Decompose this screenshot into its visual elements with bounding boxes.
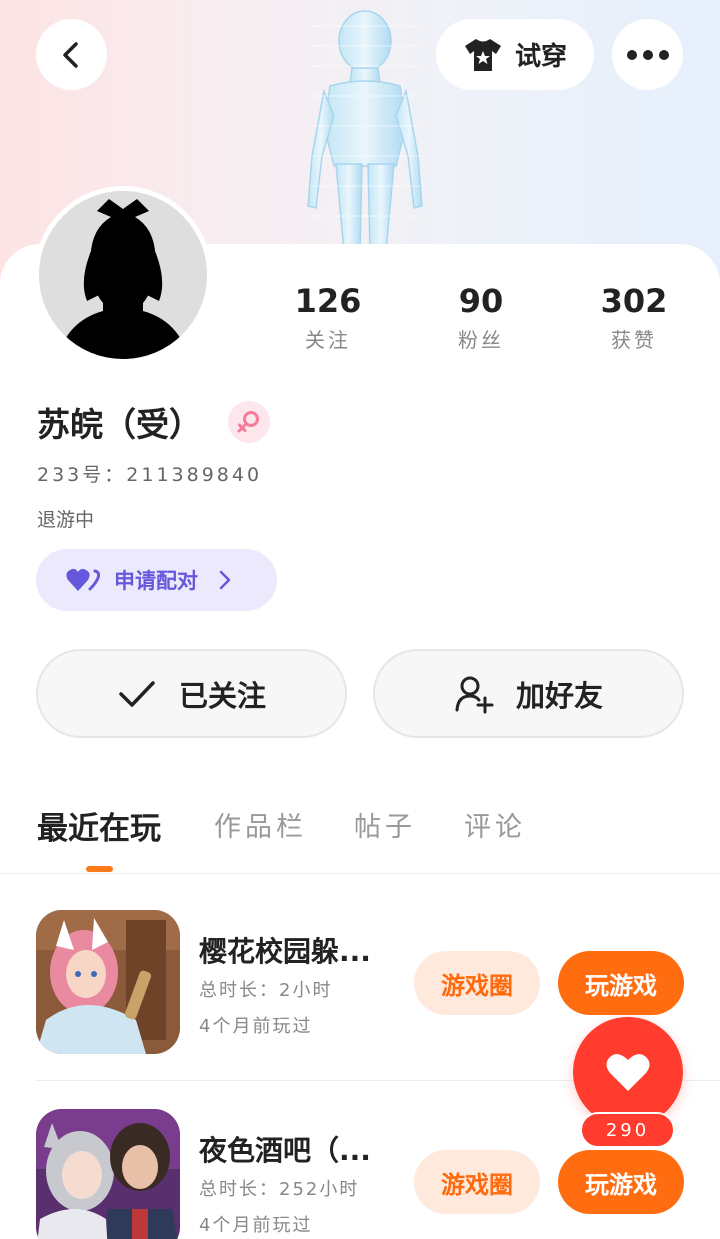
tab-recent-play[interactable]: 最近在玩 [37, 803, 161, 848]
stat-following[interactable]: 126 关注 [258, 282, 398, 353]
more-dots-icon [626, 49, 669, 60]
profile-tabs: 最近在玩 作品栏 帖子 评论 [0, 803, 720, 873]
avatar[interactable] [34, 186, 212, 364]
request-pair-button[interactable]: 申请配对 [36, 549, 277, 611]
game-last-played: 4个月前玩过 [199, 1215, 313, 1236]
active-tab-indicator [86, 866, 113, 872]
avatar-3d-preview[interactable] [290, 6, 440, 251]
user-id: 233号：211389840 [37, 464, 263, 486]
followed-label: 已关注 [178, 678, 266, 713]
hearts-icon [66, 568, 101, 591]
chevron-right-icon [219, 570, 231, 590]
heart-icon [606, 1054, 650, 1091]
tab-posts[interactable]: 帖子 [354, 805, 416, 844]
stat-likes-label: 获赞 [611, 328, 657, 352]
add-friend-label: 加好友 [515, 678, 603, 713]
stat-following-value: 126 [294, 282, 362, 320]
game-icon-image [36, 1109, 180, 1239]
game-icon-image [36, 910, 180, 1054]
like-count: 290 [580, 1112, 675, 1148]
game-circle-button[interactable]: 游戏圈 [414, 1150, 540, 1214]
try-on-label: 试穿 [514, 42, 567, 72]
user-name: 苏皖（受） [37, 405, 202, 444]
stat-followers-label: 粉丝 [458, 328, 504, 352]
user-status: 退游中 [37, 509, 95, 531]
stat-likes[interactable]: 302 获赞 [564, 282, 704, 353]
game-circle-button[interactable]: 游戏圈 [414, 951, 540, 1015]
game-title: 夜色酒吧（... [199, 1134, 371, 1167]
stat-followers-value: 90 [458, 282, 504, 320]
back-button[interactable] [36, 19, 107, 90]
tab-works[interactable]: 作品栏 [214, 805, 307, 844]
chevron-left-icon [62, 41, 78, 68]
tabs-divider [0, 873, 720, 874]
tshirt-star-icon [464, 38, 501, 71]
avatar-silhouette-image [39, 191, 207, 359]
checkmark-icon [119, 680, 155, 707]
play-game-button[interactable]: 玩游戏 [558, 1150, 684, 1214]
stat-followers[interactable]: 90 粉丝 [411, 282, 551, 353]
tab-comments[interactable]: 评论 [464, 805, 526, 844]
more-options-button[interactable] [612, 19, 683, 90]
followed-button[interactable]: 已关注 [36, 649, 347, 738]
game-last-played: 4个月前玩过 [199, 1016, 313, 1037]
like-button[interactable] [573, 1017, 683, 1127]
stat-likes-value: 302 [600, 282, 668, 320]
add-user-icon [455, 676, 494, 713]
name-row: 苏皖（受） [37, 398, 270, 446]
try-on-button[interactable]: 试穿 [436, 19, 594, 90]
game-duration: 总时长：252小时 [199, 1179, 360, 1200]
add-friend-button[interactable]: 加好友 [373, 649, 684, 738]
stat-following-label: 关注 [305, 328, 351, 352]
request-pair-label: 申请配对 [114, 569, 198, 593]
play-game-button[interactable]: 玩游戏 [558, 951, 684, 1015]
game-title: 樱花校园躲... [199, 935, 371, 968]
female-symbol-icon [237, 411, 259, 433]
game-duration: 总时长：2小时 [199, 980, 333, 1001]
gender-badge [228, 401, 270, 443]
